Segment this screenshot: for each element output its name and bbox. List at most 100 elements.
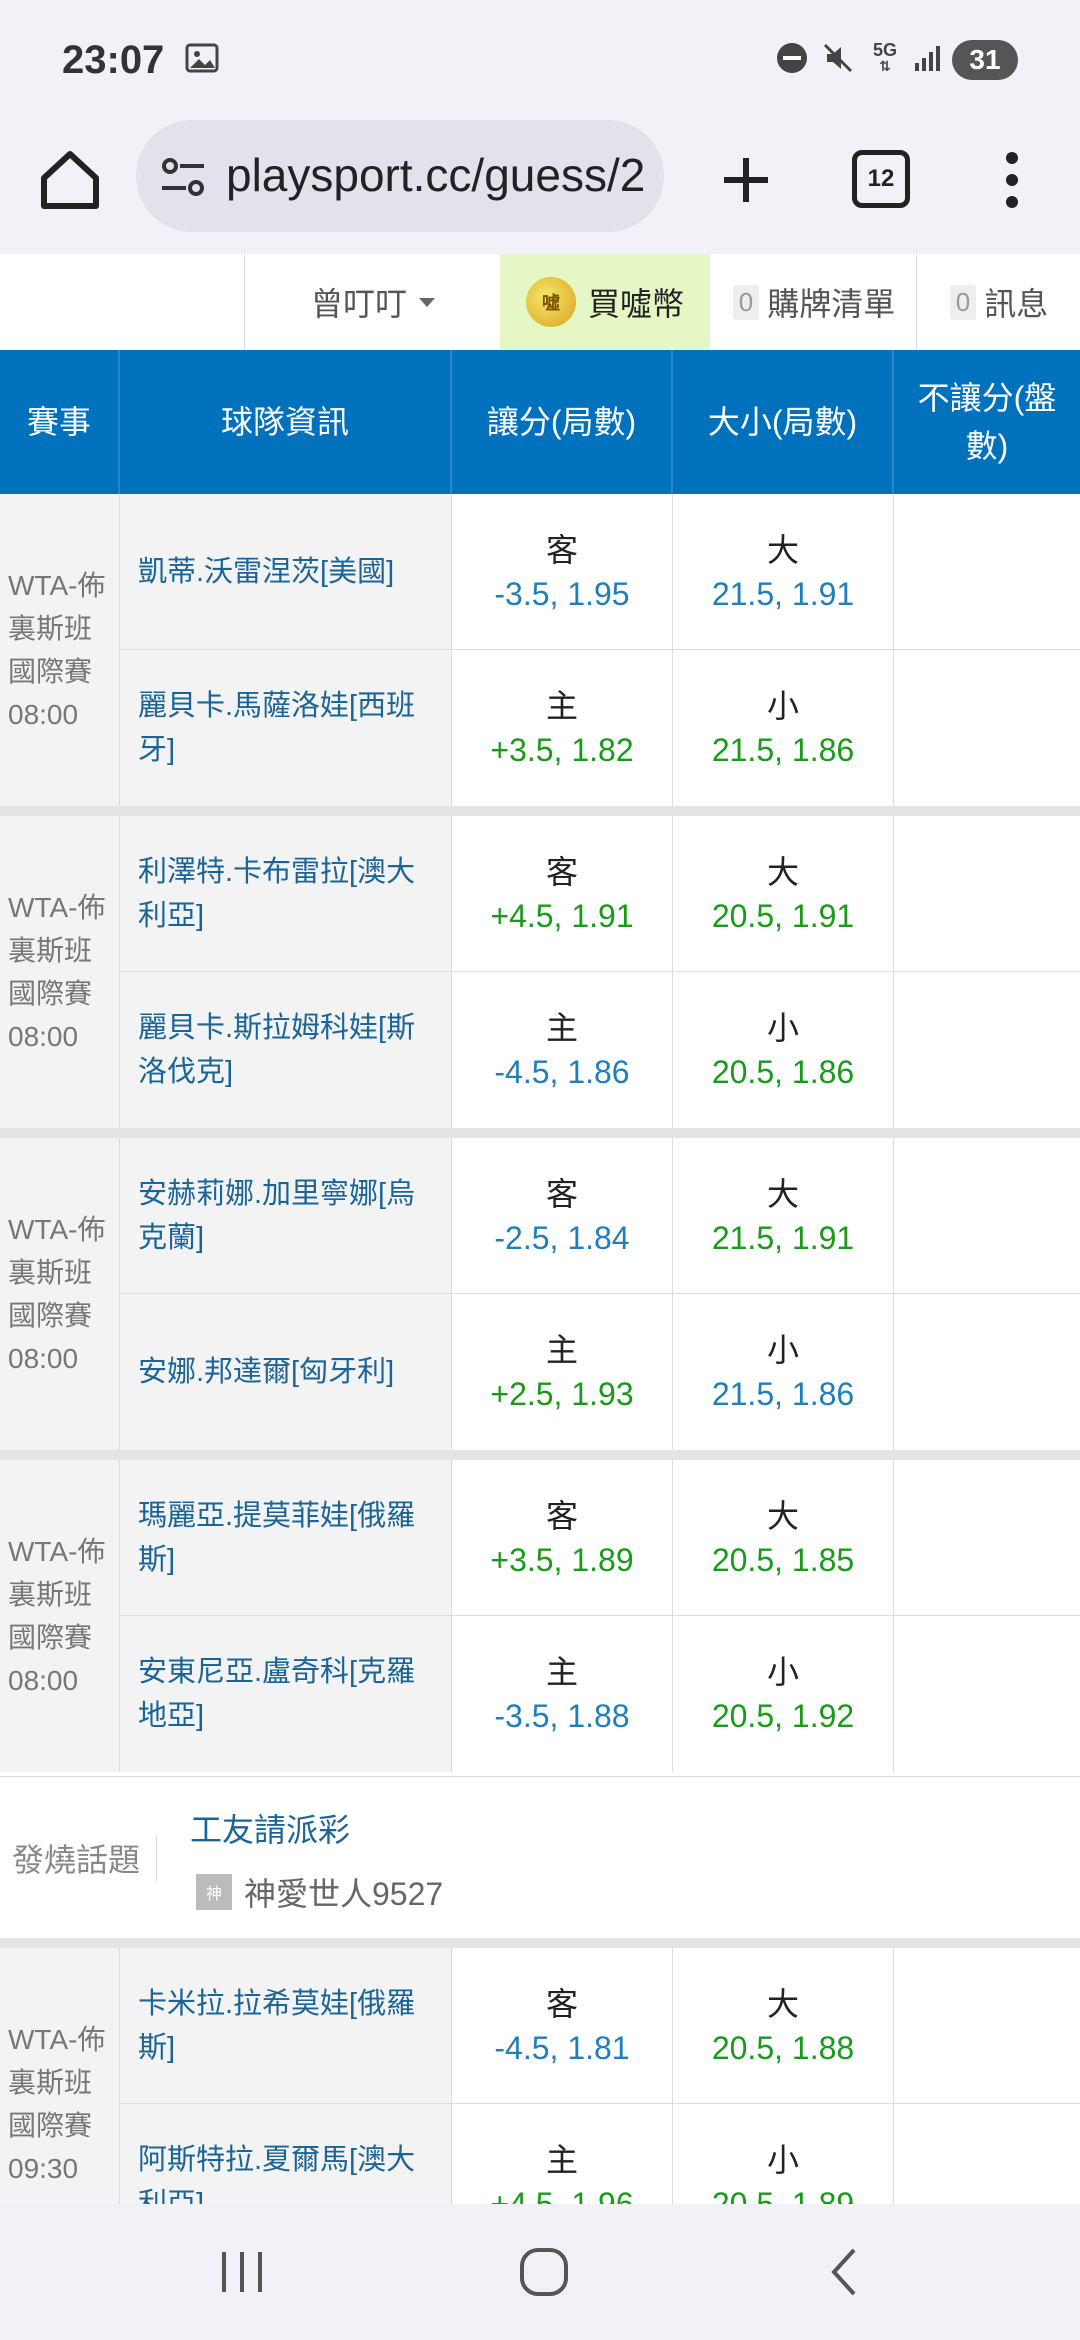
no-handicap-cell — [894, 494, 1080, 650]
total-odds-button[interactable]: 大 20.5, 1.88 — [673, 1948, 894, 2104]
no-handicap-cell — [894, 1460, 1080, 1616]
team-link[interactable]: 安娜.邦達爾[匈牙利] — [120, 1294, 452, 1450]
team-link[interactable]: 瑪麗亞.提莫菲娃[俄羅斯] — [120, 1460, 452, 1616]
hot-topic-label: 發燒話題 — [12, 1835, 158, 1881]
user-name: 曾叮叮 — [310, 286, 407, 322]
more-menu-button[interactable] — [990, 140, 1034, 220]
handicap-odds-button[interactable]: 客 -3.5, 1.95 — [452, 494, 673, 650]
new-tab-button[interactable] — [706, 140, 786, 220]
team-link[interactable]: 安赫莉娜.加里寧娜[烏克蘭] — [120, 1138, 452, 1294]
total-value: 20.5, 1.91 — [711, 898, 855, 934]
team-link[interactable]: 阿斯特拉.夏爾馬[澳大利亞] — [120, 2104, 452, 2204]
no-handicap-cell — [894, 972, 1080, 1128]
handicap-side: 客 — [545, 1176, 578, 1212]
status-bar: 23:07 5G ⇅ 31 — [0, 0, 1080, 120]
handicap-odds-button[interactable]: 主 -3.5, 1.88 — [452, 1616, 673, 1772]
handicap-value: +2.5, 1.93 — [490, 1376, 634, 1412]
handicap-side: 客 — [545, 1986, 578, 2022]
dnd-icon — [772, 38, 812, 78]
event-name: WTA-佈裏斯班國際賽 — [8, 2024, 106, 2141]
coin-icon-text: 噓 — [541, 293, 560, 313]
handicap-side: 主 — [545, 1654, 578, 1690]
total-odds-button[interactable]: 大 21.5, 1.91 — [673, 494, 894, 650]
team-link[interactable]: 卡米拉.拉希莫娃[俄羅斯] — [120, 1948, 452, 2104]
team-link[interactable]: 麗貝卡.斯拉姆科娃[斯洛伐克] — [120, 972, 452, 1128]
match-block: WTA-佈裏斯班國際賽 09:30 卡米拉.拉希莫娃[俄羅斯] 客 -4.5, 1.… — [0, 1948, 1080, 2204]
avatar-text: 神 — [205, 1886, 222, 1903]
team-link[interactable]: 利澤特.卡布雷拉[澳大利亞] — [120, 816, 452, 972]
total-odds-button[interactable]: 大 20.5, 1.85 — [673, 1460, 894, 1616]
handicap-odds-button[interactable]: 主 +2.5, 1.93 — [452, 1294, 673, 1450]
hot-topic-bar: 發燒話題 工友請派彩 神 神愛世人9527 — [0, 1776, 1080, 1940]
match-separator — [0, 1938, 1080, 1948]
total-value: 21.5, 1.91 — [711, 1220, 855, 1256]
header-team: 球隊資訊 — [120, 350, 452, 494]
handicap-side: 客 — [545, 1498, 578, 1534]
match-block: WTA-佈裏斯班國際賽 08:00 瑪麗亞.提莫菲娃[俄羅斯] 客 +3.5, 1.… — [0, 1460, 1080, 1772]
status-time: 23:07 — [62, 38, 165, 82]
total-odds-button[interactable]: 小 21.5, 1.86 — [673, 1294, 894, 1450]
handicap-value: -4.5, 1.81 — [494, 2030, 630, 2066]
total-side: 大 — [766, 1498, 799, 1534]
team-link[interactable]: 麗貝卡.馬薩洛娃[西班牙] — [120, 650, 452, 806]
team-link[interactable]: 安東尼亞.盧奇科[克羅地亞] — [120, 1616, 452, 1772]
total-value: 20.5, 1.86 — [711, 1054, 855, 1090]
match-separator — [0, 1450, 1080, 1460]
event-cell: WTA-佈裏斯班國際賽 09:30 — [0, 1948, 120, 2204]
no-handicap-cell — [894, 2104, 1080, 2204]
total-odds-button[interactable]: 小 20.5, 1.86 — [673, 972, 894, 1128]
handicap-odds-button[interactable]: 客 -2.5, 1.84 — [452, 1138, 673, 1294]
5g-icon: 5G ⇅ — [872, 40, 897, 74]
match-separator — [0, 1128, 1080, 1138]
event-time: 09:30 — [8, 2153, 79, 2184]
header-no-handicap: 不讓分(盤數) — [917, 380, 1057, 464]
messages-button[interactable]: 0 訊息 — [916, 254, 1080, 350]
handicap-value: +4.5, 1.91 — [490, 898, 634, 934]
total-odds-button[interactable]: 小 21.5, 1.86 — [673, 650, 894, 806]
page-nav: 曾叮叮 噓 買噓幣 0 購牌清單 0 訊息 — [0, 254, 1080, 351]
handicap-value: -4.5, 1.86 — [494, 1054, 630, 1090]
avatar: 神 — [196, 1874, 232, 1910]
back-button[interactable] — [816, 2242, 876, 2302]
hot-topic-link[interactable]: 工友請派彩 — [190, 1805, 350, 1851]
total-odds-button[interactable]: 小 20.5, 1.89 — [673, 2104, 894, 2204]
handicap-odds-button[interactable]: 主 +3.5, 1.82 — [452, 650, 673, 806]
event-cell: WTA-佈裏斯班國際賽 08:00 — [0, 816, 120, 1128]
address-bar[interactable]: playsport.cc/guess/2 — [136, 120, 664, 232]
browser-toolbar: playsport.cc/guess/2 12 — [0, 120, 1080, 254]
total-odds-button[interactable]: 大 21.5, 1.91 — [673, 1138, 894, 1294]
total-odds-button[interactable]: 小 20.5, 1.92 — [673, 1616, 894, 1772]
recent-apps-button[interactable] — [212, 2242, 272, 2302]
cart-label: 購牌清單 — [767, 286, 896, 322]
home-button[interactable] — [30, 140, 110, 220]
no-handicap-cell — [894, 650, 1080, 806]
buy-coins-button[interactable]: 噓 買噓幣 — [500, 254, 710, 350]
user-dropdown[interactable]: 曾叮叮 — [244, 254, 501, 350]
handicap-odds-button[interactable]: 客 -4.5, 1.81 — [452, 1948, 673, 2104]
total-side: 小 — [766, 1332, 799, 1368]
messages-label: 訊息 — [984, 286, 1049, 322]
handicap-value: -3.5, 1.95 — [494, 576, 630, 612]
total-odds-button[interactable]: 大 20.5, 1.91 — [673, 816, 894, 972]
battery-level: 31 — [969, 44, 1001, 75]
handicap-odds-button[interactable]: 主 +4.5, 1.96 — [452, 2104, 673, 2204]
cart-button[interactable]: 0 購牌清單 — [714, 254, 914, 350]
event-time: 08:00 — [8, 1021, 79, 1052]
team-link[interactable]: 凱蒂.沃雷涅茨[美國] — [120, 494, 452, 650]
handicap-odds-button[interactable]: 主 -4.5, 1.86 — [452, 972, 673, 1128]
topic-author[interactable]: 神 神愛世人9527 — [196, 1869, 443, 1915]
table-row: 安東尼亞.盧奇科[克羅地亞] 主 -3.5, 1.88 小 20.5, 1.92 — [120, 1616, 1080, 1772]
total-value: 20.5, 1.88 — [711, 2030, 855, 2066]
handicap-odds-button[interactable]: 客 +3.5, 1.89 — [452, 1460, 673, 1616]
total-side: 小 — [766, 1654, 799, 1690]
event-name: WTA-佈裏斯班國際賽 — [8, 1536, 106, 1653]
handicap-odds-button[interactable]: 客 +4.5, 1.91 — [452, 816, 673, 972]
handicap-side: 主 — [545, 688, 578, 724]
match-block: WTA-佈裏斯班國際賽 08:00 利澤特.卡布雷拉[澳大利亞] 客 +4.5, 1… — [0, 816, 1080, 1128]
back-chevron-icon — [831, 2248, 856, 2296]
system-home-button[interactable] — [514, 2242, 574, 2302]
tab-count: 12 — [867, 165, 895, 192]
site-settings-icon[interactable] — [158, 152, 208, 202]
handicap-side: 主 — [545, 1332, 578, 1368]
tab-switcher-button[interactable]: 12 — [852, 150, 910, 208]
